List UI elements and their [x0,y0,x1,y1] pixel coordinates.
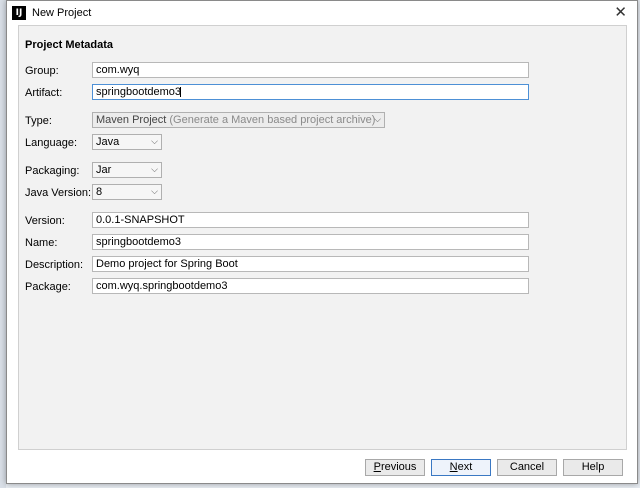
language-select[interactable]: Java ⌵ [92,134,162,150]
language-value: Java [96,136,120,148]
chevron-down-icon: ⌵ [151,165,158,175]
name-value: springbootdemo3 [96,236,182,248]
package-input[interactable]: com.wyq.springbootdemo3 [92,278,529,294]
chevron-down-icon: ⌵ [151,187,158,197]
next-label: ext [457,461,473,473]
window-title: New Project [32,7,92,19]
chevron-down-icon: ⌵ [151,137,158,147]
java-version-select[interactable]: 8 ⌵ [92,184,162,200]
type-label: Type: [25,115,52,127]
group-label: Group: [25,65,59,77]
chevron-down-icon: ⌵ [374,115,381,125]
project-metadata-panel: Project Metadata Group: com.wyq Artifact… [18,25,627,450]
title-bar[interactable]: IJ New Project ✕ [7,1,637,25]
next-mnemonic: N [449,461,458,473]
package-value: com.wyq.springbootdemo3 [96,280,228,292]
language-label: Language: [25,137,77,149]
artifact-label: Artifact: [25,87,63,99]
type-select[interactable]: Maven Project (Generate a Maven based pr… [92,112,385,128]
section-title: Project Metadata [25,39,114,51]
previous-label: revious [380,461,417,473]
next-button[interactable]: Next [431,459,491,476]
type-value: Maven Project [96,114,167,126]
packaging-value: Jar [96,164,112,176]
new-project-dialog: IJ New Project ✕ Project Metadata Group:… [6,0,638,484]
intellij-app-icon: IJ [12,6,26,20]
description-input[interactable]: Demo project for Spring Boot [92,256,529,272]
java-version-label: Java Version: [25,187,92,199]
previous-button[interactable]: Previous [365,459,425,476]
type-hint: (Generate a Maven based project archive) [169,114,376,126]
version-input[interactable]: 0.0.1-SNAPSHOT [92,212,529,228]
previous-mnemonic: P [373,461,381,473]
close-icon[interactable]: ✕ [614,3,627,21]
artifact-value: springbootdemo3 [96,86,182,98]
packaging-select[interactable]: Jar ⌵ [92,162,162,178]
description-label: Description: [25,259,84,271]
version-value: 0.0.1-SNAPSHOT [96,214,185,226]
text-caret [180,87,181,97]
java-version-value: 8 [96,186,103,198]
cancel-button[interactable]: Cancel [497,459,557,476]
name-input[interactable]: springbootdemo3 [92,234,529,250]
group-value: com.wyq [96,64,140,76]
description-value: Demo project for Spring Boot [96,258,238,270]
package-label: Package: [25,281,71,293]
name-label: Name: [25,237,58,249]
version-label: Version: [25,215,65,227]
artifact-input[interactable]: springbootdemo3 [92,84,529,100]
help-button[interactable]: Help [563,459,623,476]
packaging-label: Packaging: [25,165,80,177]
group-input[interactable]: com.wyq [92,62,529,78]
